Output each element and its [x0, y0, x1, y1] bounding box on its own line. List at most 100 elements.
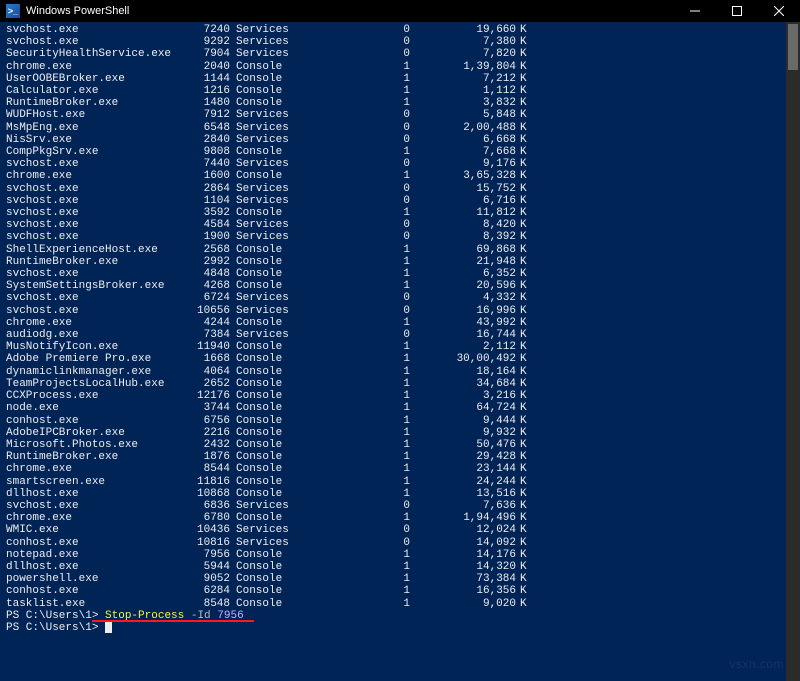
col-k: K [516, 24, 528, 36]
col-k: K [516, 439, 528, 451]
process-row: svchost.exe6836Services07,636K [6, 500, 800, 512]
col-k: K [516, 573, 528, 585]
process-row: smartscreen.exe11816Console124,244K [6, 476, 800, 488]
col-k: K [516, 537, 528, 549]
col-num: 1 [298, 390, 410, 402]
col-session: Services [230, 195, 298, 207]
col-num: 1 [298, 268, 410, 280]
col-num: 1 [298, 353, 410, 365]
process-row: RuntimeBroker.exe2992Console121,948K [6, 256, 800, 268]
col-session: Console [230, 415, 298, 427]
col-name: CCXProcess.exe [6, 390, 184, 402]
col-mem: 18,164 [410, 366, 516, 378]
col-mem: 13,516 [410, 488, 516, 500]
terminal-output[interactable]: svchost.exe7240Services019,660Ksvchost.e… [0, 22, 800, 681]
col-pid: 10436 [184, 524, 230, 536]
col-name: MusNotifyIcon.exe [6, 341, 184, 353]
process-row: Adobe Premiere Pro.exe1668Console130,00,… [6, 353, 800, 365]
col-k: K [516, 512, 528, 524]
col-pid: 6780 [184, 512, 230, 524]
col-k: K [516, 256, 528, 268]
minimize-button[interactable] [674, 0, 716, 22]
col-session: Services [230, 158, 298, 170]
col-k: K [516, 524, 528, 536]
col-num: 1 [298, 341, 410, 353]
process-row: svchost.exe6724Services04,332K [6, 292, 800, 304]
col-pid: 7912 [184, 109, 230, 121]
process-row: svchost.exe1900Services08,392K [6, 231, 800, 243]
col-pid: 2432 [184, 439, 230, 451]
col-num: 1 [298, 244, 410, 256]
col-name: node.exe [6, 402, 184, 414]
scrollbar[interactable] [786, 22, 800, 681]
col-mem: 2,112 [410, 341, 516, 353]
col-session: Console [230, 402, 298, 414]
process-row: MsMpEng.exe6548Services02,00,488K [6, 122, 800, 134]
col-k: K [516, 85, 528, 97]
col-mem: 9,020 [410, 598, 516, 610]
process-row: SystemSettingsBroker.exe4268Console120,5… [6, 280, 800, 292]
process-row: Microsoft.Photos.exe2432Console150,476K [6, 439, 800, 451]
col-num: 0 [298, 329, 410, 341]
col-mem: 3,65,328 [410, 170, 516, 182]
col-num: 1 [298, 85, 410, 97]
col-k: K [516, 585, 528, 597]
col-k: K [516, 353, 528, 365]
col-name: NisSrv.exe [6, 134, 184, 146]
col-name: RuntimeBroker.exe [6, 97, 184, 109]
col-num: 0 [298, 195, 410, 207]
maximize-button[interactable] [716, 0, 758, 22]
col-num: 0 [298, 36, 410, 48]
col-name: WMIC.exe [6, 524, 184, 536]
close-button[interactable] [758, 0, 800, 22]
col-k: K [516, 158, 528, 170]
col-mem: 6,668 [410, 134, 516, 146]
col-session: Services [230, 183, 298, 195]
scrollbar-thumb[interactable] [788, 24, 798, 70]
titlebar[interactable]: >_ Windows PowerShell [0, 0, 800, 22]
col-num: 1 [298, 317, 410, 329]
col-name: RuntimeBroker.exe [6, 256, 184, 268]
col-pid: 4064 [184, 366, 230, 378]
col-session: Console [230, 353, 298, 365]
col-num: 0 [298, 219, 410, 231]
col-k: K [516, 244, 528, 256]
col-pid: 9808 [184, 146, 230, 158]
col-session: Services [230, 48, 298, 60]
col-num: 0 [298, 292, 410, 304]
process-row: Calculator.exe1216Console11,112K [6, 85, 800, 97]
text-cursor [105, 622, 112, 633]
col-session: Console [230, 85, 298, 97]
col-mem: 16,356 [410, 585, 516, 597]
col-pid: 2992 [184, 256, 230, 268]
col-session: Console [230, 97, 298, 109]
col-k: K [516, 292, 528, 304]
col-name: WUDFHost.exe [6, 109, 184, 121]
col-num: 0 [298, 231, 410, 243]
col-mem: 4,332 [410, 292, 516, 304]
col-session: Services [230, 109, 298, 121]
col-pid: 1216 [184, 85, 230, 97]
col-name: CompPkgSrv.exe [6, 146, 184, 158]
process-row: dllhost.exe5944Console114,320K [6, 561, 800, 573]
col-name: Calculator.exe [6, 85, 184, 97]
col-pid: 4244 [184, 317, 230, 329]
prompt-line-2[interactable]: PS C:\Users\1> [6, 622, 800, 634]
col-k: K [516, 329, 528, 341]
col-mem: 14,176 [410, 549, 516, 561]
col-name: svchost.exe [6, 24, 184, 36]
col-mem: 15,752 [410, 183, 516, 195]
col-num: 1 [298, 73, 410, 85]
col-name: SecurityHealthService.exe [6, 48, 184, 60]
col-mem: 14,320 [410, 561, 516, 573]
col-name: conhost.exe [6, 537, 184, 549]
process-row: svchost.exe7440Services09,176K [6, 158, 800, 170]
col-mem: 1,112 [410, 85, 516, 97]
col-pid: 7440 [184, 158, 230, 170]
col-num: 1 [298, 207, 410, 219]
col-pid: 1668 [184, 353, 230, 365]
col-session: Services [230, 500, 298, 512]
col-num: 0 [298, 158, 410, 170]
col-k: K [516, 134, 528, 146]
col-name: svchost.exe [6, 207, 184, 219]
